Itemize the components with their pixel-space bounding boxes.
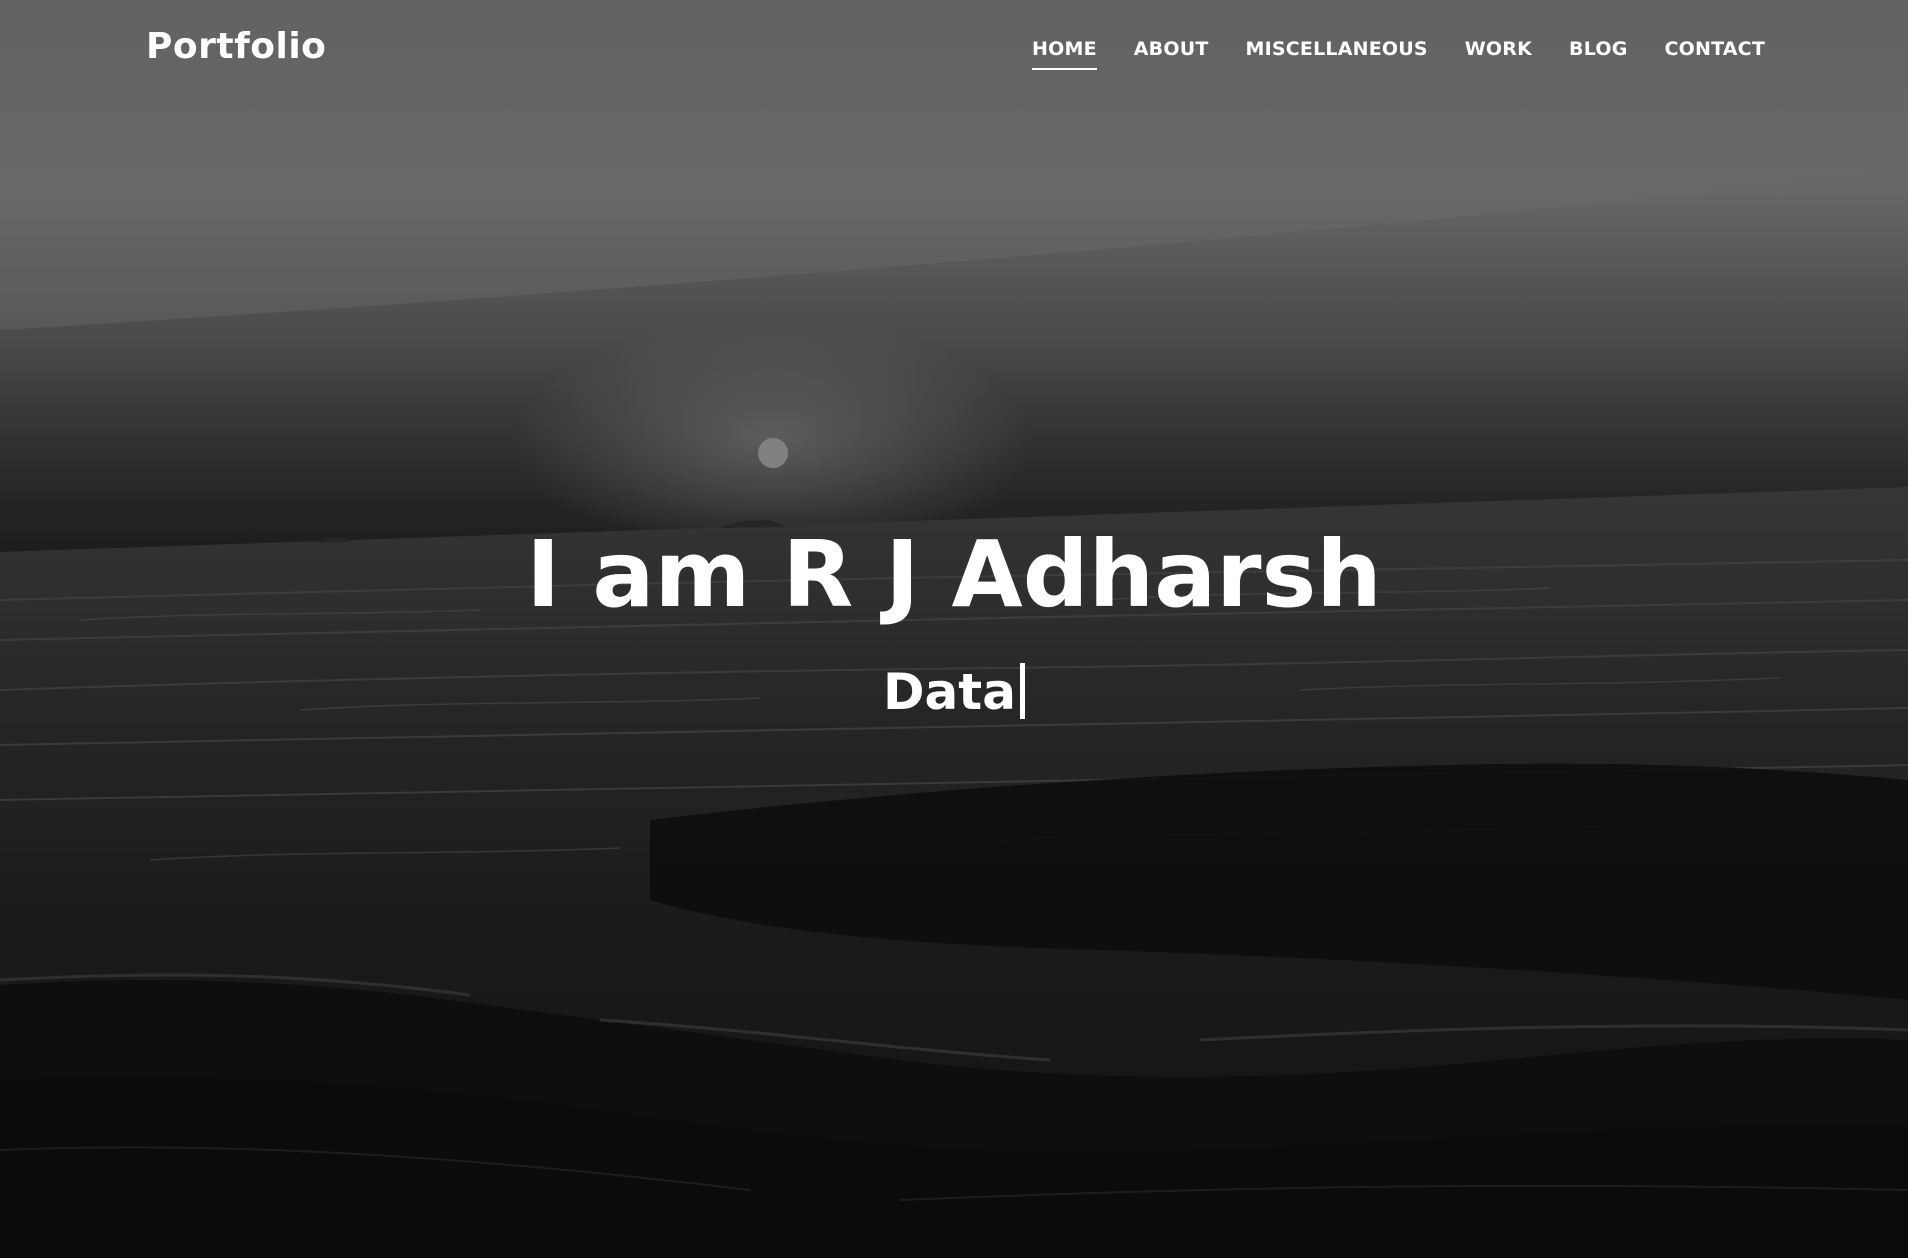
nav-item-miscellaneous: MISCELLANEOUS	[1246, 38, 1428, 70]
nav-item-work: WORK	[1465, 38, 1532, 70]
nav-link-work[interactable]: WORK	[1465, 38, 1532, 70]
nav-item-contact: CONTACT	[1665, 38, 1766, 70]
nav-item-home: HOME	[1032, 38, 1097, 70]
nav-link-blog[interactable]: BLOG	[1569, 38, 1627, 70]
brand-logo-link[interactable]: Portfolio	[146, 26, 326, 67]
top-navbar: Portfolio HOME ABOUT MISCELLANEOUS WORK …	[0, 0, 1908, 100]
nav-menu: HOME ABOUT MISCELLANEOUS WORK BLOG CONTA…	[1032, 38, 1765, 70]
nav-item-about: ABOUT	[1134, 38, 1209, 70]
hero-headline: I am R J Adharsh	[526, 521, 1382, 628]
typing-cursor	[1019, 663, 1025, 719]
hero-section: Portfolio HOME ABOUT MISCELLANEOUS WORK …	[0, 0, 1908, 1258]
nav-link-contact[interactable]: CONTACT	[1665, 38, 1766, 70]
nav-link-about[interactable]: ABOUT	[1134, 38, 1209, 70]
typed-text: Data	[883, 663, 1016, 721]
nav-link-miscellaneous[interactable]: MISCELLANEOUS	[1246, 38, 1428, 70]
nav-link-home[interactable]: HOME	[1032, 38, 1097, 70]
nav-item-blog: BLOG	[1569, 38, 1627, 70]
typed-text-line: Data	[0, 660, 1908, 724]
